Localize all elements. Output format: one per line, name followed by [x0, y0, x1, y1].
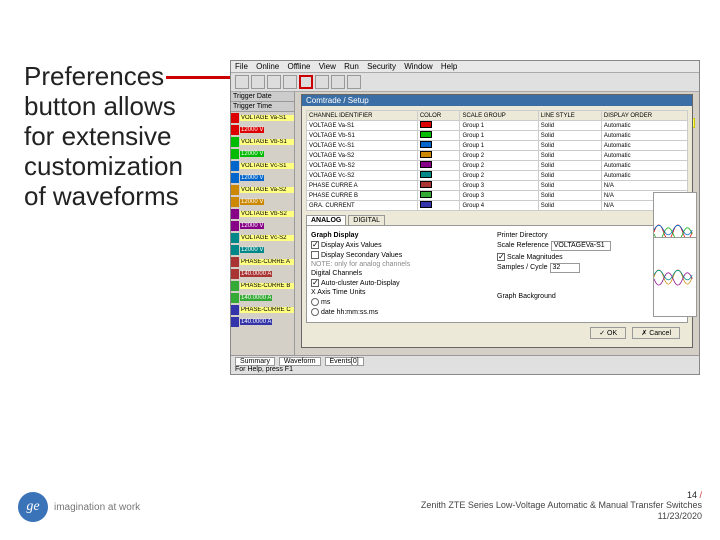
- ge-logo-icon: ge: [18, 492, 48, 522]
- toolbar-button[interactable]: [235, 75, 249, 89]
- menu-item[interactable]: View: [319, 62, 336, 71]
- channel-row[interactable]: PHASE-CURRE A: [231, 256, 294, 268]
- graph-display-label: Graph Display: [311, 232, 497, 239]
- col-header: LINE STYLE: [538, 111, 601, 121]
- menu-item[interactable]: Online: [256, 62, 279, 71]
- channel-row[interactable]: VOLTAGE Vb-S1: [231, 136, 294, 148]
- toolbar-button[interactable]: [315, 75, 329, 89]
- checkbox-autocluster[interactable]: [311, 279, 319, 287]
- menu-item[interactable]: Window: [404, 62, 432, 71]
- table-row[interactable]: PHASE CURRE BGroup 3SolidN/A: [307, 191, 688, 201]
- trigger-date-label: Trigger Date: [231, 92, 294, 102]
- waveform-preview-2: [653, 237, 697, 317]
- channel-value: 140.0000 A: [231, 292, 294, 304]
- radio-datetime[interactable]: [311, 308, 319, 316]
- tab-analog[interactable]: ANALOG: [306, 215, 346, 225]
- table-row[interactable]: VOLTAGE Vb-S1Group 1SolidAutomatic: [307, 131, 688, 141]
- channel-value: 140.0000 A: [231, 316, 294, 328]
- radio-ms[interactable]: [311, 298, 319, 306]
- trigger-time-label: Trigger Time: [231, 102, 294, 112]
- scale-ref-label: Scale Reference: [497, 242, 549, 249]
- channel-row[interactable]: VOLTAGE Va-S1: [231, 112, 294, 124]
- channel-row[interactable]: VOLTAGE Vb-S2: [231, 208, 294, 220]
- cancel-button[interactable]: ✗ Cancel: [632, 327, 680, 339]
- channel-value: 12000 V: [231, 244, 294, 256]
- samples-label: Samples / Cycle: [497, 264, 548, 271]
- menu-item[interactable]: Offline: [287, 62, 310, 71]
- col-header: SCALE GROUP: [460, 111, 538, 121]
- tab-summary[interactable]: Summary: [235, 357, 275, 366]
- channel-sidebar: Trigger Date Trigger Time VOLTAGE Va-S11…: [231, 92, 295, 370]
- channel-value: 12000 V: [231, 172, 294, 184]
- channel-value: 12000 V: [231, 148, 294, 160]
- menu-item[interactable]: Security: [367, 62, 396, 71]
- channel-row[interactable]: PHASE-CURRE C: [231, 304, 294, 316]
- channel-row[interactable]: VOLTAGE Va-S2: [231, 184, 294, 196]
- channel-value: 140.0000 A: [231, 268, 294, 280]
- preferences-button[interactable]: [299, 75, 313, 89]
- col-header: COLOR: [417, 111, 460, 121]
- table-row[interactable]: GRA. CURRENTGroup 4SolidN/A: [307, 201, 688, 211]
- checkbox-display-secondary[interactable]: [311, 251, 319, 259]
- channel-row[interactable]: PHASE-CURRE B: [231, 280, 294, 292]
- col-header: CHANNEL IDENTIFIER: [307, 111, 418, 121]
- radio-datetime-label: date hh:mm:ss.ms: [321, 309, 378, 316]
- note-text: NOTE: only for analog channels: [311, 261, 497, 268]
- channel-row[interactable]: VOLTAGE Vc-S2: [231, 232, 294, 244]
- dialog-tabs: ANALOG DIGITAL: [306, 215, 688, 225]
- tab-events[interactable]: Events[0]: [325, 357, 364, 366]
- table-row[interactable]: VOLTAGE Vb-S2Group 2SolidAutomatic: [307, 161, 688, 171]
- autocluster-label: Auto-cluster Auto-Display: [321, 280, 400, 287]
- preferences-dialog: Comtrade / Setup CHANNEL IDENTIFIER COLO…: [301, 94, 693, 348]
- checkbox-display-axis[interactable]: [311, 241, 319, 249]
- main-area: 0.017999 s Comtrade / Setup CHANNEL IDEN…: [295, 92, 699, 370]
- scale-mag-label: Scale Magnitudes: [507, 254, 563, 261]
- page-number: 14: [687, 490, 697, 500]
- tab-waveform[interactable]: Waveform: [279, 357, 321, 366]
- axis-units-label: X Axis Time Units: [311, 289, 497, 296]
- digital-channels-label: Digital Channels: [311, 270, 497, 277]
- samples-input[interactable]: 32: [550, 263, 580, 273]
- col-header: DISPLAY ORDER: [601, 111, 687, 121]
- toolbar: [231, 73, 699, 92]
- table-row[interactable]: VOLTAGE Va-S2Group 2SolidAutomatic: [307, 151, 688, 161]
- menu-item[interactable]: File: [235, 62, 248, 71]
- display-axis-label: Display Axis Values: [321, 242, 382, 249]
- table-row[interactable]: VOLTAGE Va-S1Group 1SolidAutomatic: [307, 121, 688, 131]
- channel-value: 12000 V: [231, 220, 294, 232]
- dialog-title: Comtrade / Setup: [302, 95, 692, 106]
- ok-button[interactable]: ✓ OK: [590, 327, 626, 339]
- menubar: File Online Offline View Run Security Wi…: [231, 61, 699, 73]
- menu-item[interactable]: Help: [441, 62, 457, 71]
- channel-value: 12000 V: [231, 196, 294, 208]
- toolbar-button[interactable]: [331, 75, 345, 89]
- status-text: For Help, press F1: [235, 366, 293, 373]
- table-row[interactable]: VOLTAGE Vc-S2Group 2SolidAutomatic: [307, 171, 688, 181]
- page-slash: /: [699, 490, 702, 500]
- checkbox-scale-mag[interactable]: [497, 253, 505, 261]
- footer-date: 11/23/2020: [421, 511, 702, 522]
- ge-tagline: imagination at work: [54, 502, 140, 513]
- toolbar-button[interactable]: [251, 75, 265, 89]
- slide-footer: ge imagination at work 14 / Zenith ZTE S…: [18, 490, 702, 522]
- table-row[interactable]: PHASE CURRE AGroup 3SolidN/A: [307, 181, 688, 191]
- toolbar-button[interactable]: [283, 75, 297, 89]
- channel-row[interactable]: VOLTAGE Vc-S1: [231, 160, 294, 172]
- channel-value: 12000 V: [231, 124, 294, 136]
- radio-ms-label: ms: [321, 299, 330, 306]
- table-row[interactable]: VOLTAGE Vc-S1Group 1SolidAutomatic: [307, 141, 688, 151]
- scale-ref-input[interactable]: VOLTAGEVa-S1: [551, 241, 611, 251]
- tab-digital[interactable]: DIGITAL: [348, 215, 385, 225]
- toolbar-button[interactable]: [347, 75, 361, 89]
- toolbar-button[interactable]: [267, 75, 281, 89]
- app-screenshot: File Online Offline View Run Security Wi…: [230, 60, 700, 375]
- statusbar: Summary Waveform Events[0] For Help, pre…: [231, 355, 699, 374]
- menu-item[interactable]: Run: [344, 62, 359, 71]
- footer-title: Zenith ZTE Series Low-Voltage Automatic …: [421, 500, 702, 511]
- display-secondary-label: Display Secondary Values: [321, 252, 402, 259]
- channel-table: CHANNEL IDENTIFIER COLOR SCALE GROUP LIN…: [306, 110, 688, 211]
